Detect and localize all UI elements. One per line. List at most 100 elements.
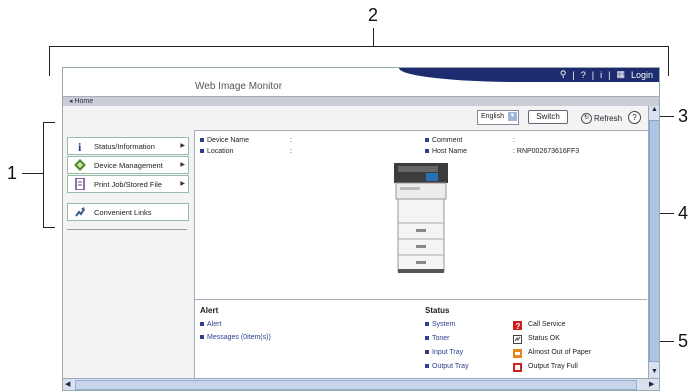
almost-out-of-paper-icon <box>513 349 522 358</box>
vertical-scroll-thumb[interactable] <box>649 120 659 362</box>
messages-link[interactable]: Messages (0item(s)) <box>200 334 271 341</box>
sidebar-item-print-job[interactable]: Print Job/Stored File ▶ <box>67 175 189 193</box>
callout-2-bracket <box>49 46 669 47</box>
bullet-icon <box>200 138 204 143</box>
toner-link[interactable]: Toner <box>425 335 450 342</box>
bullet-icon <box>425 364 429 369</box>
help-link[interactable]: ? <box>581 70 586 80</box>
language-value: English <box>481 113 504 120</box>
divider: | <box>591 69 595 80</box>
login-link[interactable]: Login <box>631 70 653 80</box>
toolbar: English ▼ Switch ↻ Refresh ? <box>63 106 648 130</box>
legend-status-ok: Status OK <box>528 335 560 342</box>
callout-3: 3 <box>678 106 689 126</box>
callout-1: 1 <box>7 163 18 183</box>
output-tray-full-icon <box>513 363 522 372</box>
callout-4: 4 <box>678 203 689 223</box>
input-tray-link[interactable]: Input Tray <box>425 349 463 356</box>
sidebar-item-convenient-links[interactable]: Convenient Links <box>67 203 189 221</box>
refresh-button[interactable]: ↻ Refresh <box>581 113 622 124</box>
bullet-icon <box>425 336 429 341</box>
alert-heading: Alert <box>200 306 219 315</box>
info-link[interactable]: i <box>600 70 602 80</box>
login-icon[interactable]: ▦ <box>616 69 625 80</box>
sidebar-item-label: Status/Information <box>94 142 155 151</box>
refresh-label: Refresh <box>594 114 623 123</box>
comment-label: Comment <box>432 137 463 144</box>
bullet-icon <box>200 335 204 340</box>
bullet-icon <box>425 350 429 355</box>
divider: | <box>572 69 575 80</box>
horizontal-scroll-thumb[interactable] <box>75 380 637 390</box>
host-name-value: : RNP002673616FF3 <box>513 148 580 155</box>
device-name-value: : <box>290 137 292 144</box>
header-bar: ⚲ | ? | i | ▦ Login Web Image Monitor <box>63 68 659 95</box>
sidebar-item-device-management[interactable]: Device Management ▶ <box>67 156 189 174</box>
system-link[interactable]: System <box>425 321 455 328</box>
device-name-row: Device Name <box>200 137 249 144</box>
printer-image <box>394 163 448 273</box>
comment-value: : <box>513 137 515 144</box>
main-panel: Device Name : Location : Comment : Host … <box>194 130 650 380</box>
call-service-icon: ? <box>513 321 522 330</box>
chevron-right-icon: ▶ <box>180 143 185 149</box>
chevron-down-icon: ▼ <box>508 112 517 121</box>
divider: | <box>608 69 611 80</box>
sidebar-item-label: Print Job/Stored File <box>94 180 162 189</box>
bullet-icon <box>425 149 429 154</box>
scroll-down-icon[interactable]: ▼ <box>651 368 658 375</box>
web-image-monitor-window: ⚲ | ? | i | ▦ Login Web Image Monitor ◂ … <box>62 67 660 391</box>
switch-button[interactable]: Switch <box>528 110 568 124</box>
bullet-icon <box>200 322 204 327</box>
device-name-label: Device Name <box>207 137 250 144</box>
chevron-right-icon: ▶ <box>180 181 185 187</box>
callout-1-top-tick <box>43 122 55 123</box>
comment-row: Comment <box>425 137 462 144</box>
section-divider <box>195 299 647 300</box>
legend-almost-out-of-paper: Almost Out of Paper <box>528 349 592 356</box>
breadcrumb: ◂ Home <box>63 96 659 106</box>
legend-output-tray-full: Output Tray Full <box>528 363 578 370</box>
callout-5: 5 <box>678 331 689 351</box>
chevron-right-icon: ▶ <box>180 162 185 168</box>
sidebar-item-status-information[interactable]: i Status/Information ▶ <box>67 137 189 155</box>
sidebar: i Status/Information ▶ Device Management… <box>63 130 194 378</box>
link-icon <box>75 207 85 217</box>
callout-1-leader <box>22 173 43 174</box>
help-icon[interactable]: ? <box>628 111 641 124</box>
bullet-icon <box>425 322 429 327</box>
bullet-icon <box>425 138 429 143</box>
scroll-left-icon[interactable]: ◀ <box>65 380 70 388</box>
callout-1-bottom-tick <box>43 227 55 228</box>
scroll-up-icon[interactable]: ▲ <box>651 106 658 113</box>
alert-link[interactable]: Alert <box>200 321 221 328</box>
status-ok-icon <box>513 335 522 344</box>
device-management-icon <box>74 159 86 171</box>
location-value: : <box>290 148 292 155</box>
output-tray-link[interactable]: Output Tray <box>425 363 469 370</box>
host-name-label: Host Name <box>432 148 468 155</box>
scroll-right-icon[interactable]: ▶ <box>649 380 654 388</box>
location-label: Location <box>207 148 234 155</box>
svg-text:?: ? <box>516 322 521 330</box>
refresh-icon: ↻ <box>581 113 592 124</box>
bullet-icon <box>200 149 204 154</box>
info-icon: i <box>74 140 86 152</box>
app-title: Web Image Monitor <box>195 81 283 92</box>
header-links: ⚲ | ? | i | ▦ Login <box>560 69 653 80</box>
language-select[interactable]: English ▼ <box>477 110 519 125</box>
callout-2-left-tick <box>49 46 50 76</box>
callout-2-stem <box>373 28 374 46</box>
location-row: Location <box>200 148 233 155</box>
host-name-row: Host Name <box>425 148 467 155</box>
sidebar-divider <box>67 229 187 230</box>
print-job-icon <box>75 178 85 190</box>
search-icon[interactable]: ⚲ <box>560 69 567 80</box>
sidebar-item-label: Convenient Links <box>94 208 152 217</box>
home-link[interactable]: ◂ Home <box>69 97 93 105</box>
callout-1-bracket <box>43 122 44 227</box>
callout-2-right-tick <box>668 46 669 76</box>
legend-call-service: Call Service <box>528 321 566 328</box>
callout-2: 2 <box>368 5 379 25</box>
sidebar-item-label: Device Management <box>94 161 163 170</box>
